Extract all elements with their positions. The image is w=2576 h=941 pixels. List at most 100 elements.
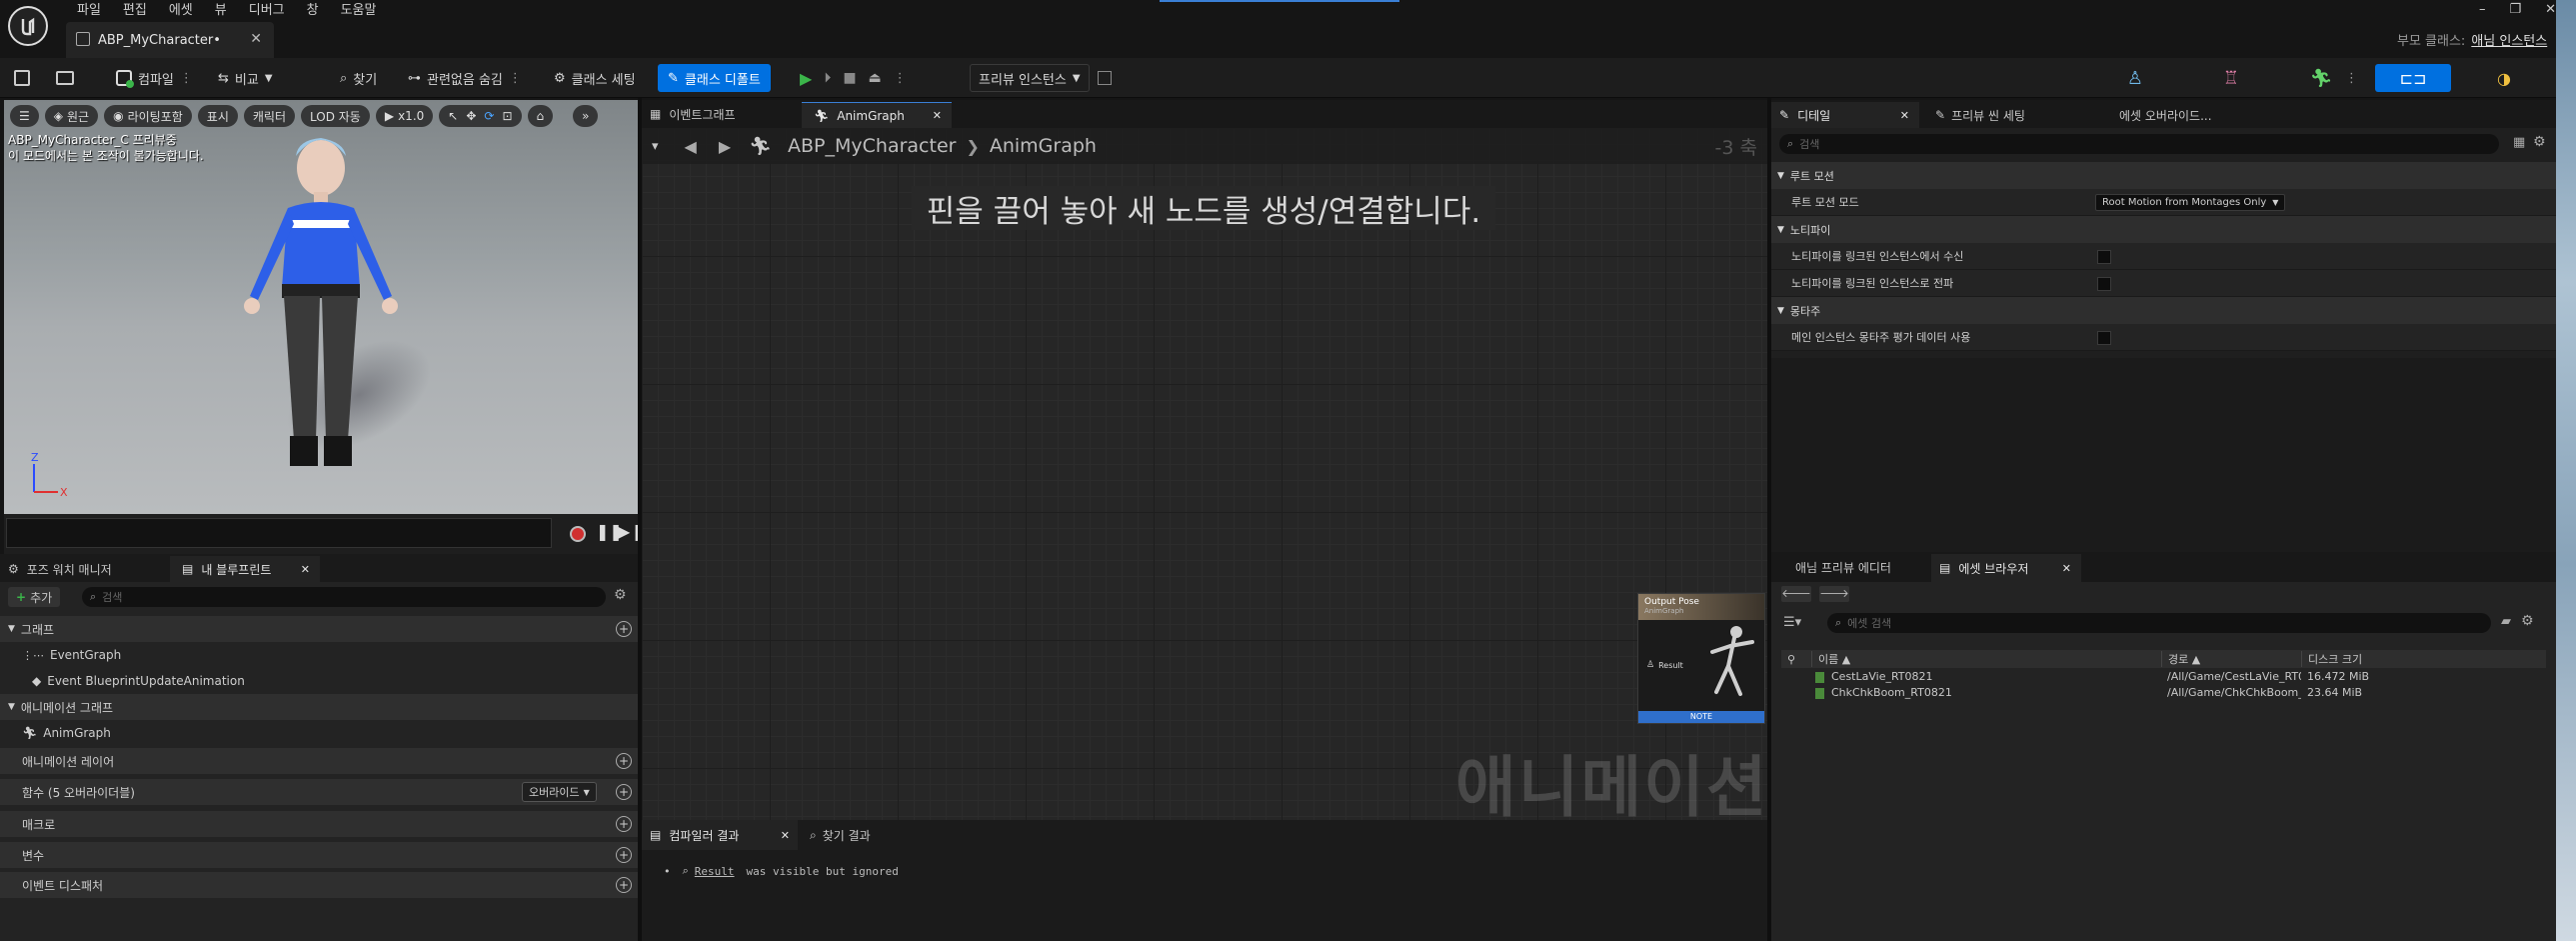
- tab-anim-preview-editor[interactable]: 애님 프리뷰 에디터: [1795, 556, 1891, 578]
- preview-instance-dropdown[interactable]: 프리뷰 인스턴스 ▼: [970, 64, 1090, 92]
- blueprint-search-input[interactable]: ⌕ 검색: [82, 587, 606, 607]
- column-header-path[interactable]: 경로 ▲: [2161, 651, 2200, 667]
- result-pin[interactable]: ♙ Result: [1646, 660, 1683, 670]
- document-tab[interactable]: ABP_MyCharacter• ✕: [66, 22, 274, 58]
- select-icon[interactable]: ↖: [448, 109, 458, 123]
- section-anim-layers[interactable]: 애니메이션 레이어 +: [0, 748, 640, 774]
- perspective-button[interactable]: ◈ 원근: [44, 105, 99, 127]
- tab-my-blueprint[interactable]: ▤ 내 블루프린트 ✕: [170, 556, 320, 582]
- forward-arrow-icon[interactable]: 🡒: [1819, 586, 1849, 602]
- tab-find-results[interactable]: ⌕ 찾기 결과: [810, 824, 871, 846]
- skeleton-mode-button[interactable]: ♙: [2099, 64, 2171, 92]
- close-window-icon[interactable]: ✕: [2545, 2, 2556, 17]
- add-button[interactable]: + 추가: [8, 587, 61, 607]
- list-item-event-graph[interactable]: ⋮⋯ EventGraph: [0, 642, 640, 668]
- settings-icon[interactable]: ⚙: [2521, 613, 2534, 629]
- section-notify[interactable]: ▼ 노티파이: [1771, 216, 2556, 243]
- tab-preview-scene[interactable]: ✎ 프리뷰 씬 세팅: [1935, 104, 2025, 126]
- column-header-size[interactable]: 디스크 크기: [2301, 651, 2362, 667]
- tab-details[interactable]: ✎ 디테일 ✕: [1771, 102, 1919, 128]
- show-button[interactable]: 표시: [197, 105, 238, 127]
- more-icon[interactable]: ⋮: [180, 71, 193, 86]
- browse-button[interactable]: [56, 64, 74, 92]
- settings-icon[interactable]: ⚙: [614, 587, 627, 603]
- asset-search-input[interactable]: ⌕ 에셋 검색: [1827, 613, 2491, 633]
- override-dropdown[interactable]: 오버라이드 ▼: [522, 782, 597, 802]
- tab-asset-override[interactable]: 에셋 오버라이드...: [2119, 107, 2212, 124]
- section-montage[interactable]: ▼ 몽타주: [1771, 297, 2556, 324]
- eject-icon[interactable]: ⏏: [869, 70, 882, 86]
- section-anim-graphs[interactable]: ▼ 애니메이션 그래프: [0, 694, 640, 720]
- camera-icon[interactable]: ⌂: [527, 105, 554, 127]
- column-header-name[interactable]: 이름 ▲: [1811, 651, 1850, 667]
- folder-icon[interactable]: ▰: [2501, 614, 2511, 629]
- close-icon[interactable]: ✕: [1900, 109, 1909, 122]
- menu-window[interactable]: 창: [296, 0, 330, 22]
- close-icon[interactable]: ✕: [2062, 562, 2071, 575]
- menu-file[interactable]: 파일: [66, 0, 112, 22]
- blueprint-mode-button[interactable]: ⊏⊐: [2375, 64, 2451, 92]
- diff-button[interactable]: ⇆ 비교 ▼: [218, 64, 273, 92]
- notify-propagate-checkbox[interactable]: [2097, 277, 2111, 291]
- section-variables[interactable]: 변수 +: [0, 842, 640, 868]
- lit-button[interactable]: ◉ 라이팅포함: [104, 105, 192, 127]
- more-icon[interactable]: ⋮: [2345, 64, 2358, 92]
- grid-view-icon[interactable]: ▦: [2513, 135, 2525, 150]
- compile-button[interactable]: 컴파일 ⋮: [116, 64, 193, 92]
- record-icon[interactable]: [570, 526, 586, 542]
- viewport-menu-icon[interactable]: ☰: [10, 105, 39, 127]
- close-icon[interactable]: ✕: [933, 109, 942, 122]
- menu-edit[interactable]: 편집: [112, 0, 158, 22]
- settings-icon[interactable]: ⚙: [2533, 134, 2546, 150]
- minimize-icon[interactable]: –: [2479, 2, 2486, 17]
- tab-pose-watch[interactable]: ⚙ 포즈 워치 매니저: [8, 558, 112, 580]
- close-icon[interactable]: ✕: [781, 829, 790, 842]
- filter-icon[interactable]: ☰▾: [1783, 615, 1801, 630]
- breadcrumb-leaf[interactable]: AnimGraph: [990, 135, 1097, 157]
- add-function-icon[interactable]: +: [616, 784, 632, 800]
- preview-viewport[interactable]: ABP_MyCharacter_C 프리뷰중 이 모드에서는 본 조작이 불가능…: [4, 100, 638, 514]
- table-row[interactable]: CestLaVie_RT0821 /All/Game/CestLaVie_RT0…: [1781, 670, 2546, 686]
- history-icon[interactable]: ▾: [652, 139, 659, 154]
- timeline-scrubber[interactable]: [6, 518, 552, 548]
- more-icon[interactable]: ⋮: [509, 71, 522, 86]
- more-icon[interactable]: ⋮: [894, 71, 907, 86]
- step-icon[interactable]: ⏵: [824, 70, 831, 86]
- restore-icon[interactable]: ❐: [2510, 2, 2522, 17]
- table-row[interactable]: ChkChkBoom_RT0821 /All/Game/ChkChkBoom_R…: [1781, 686, 2546, 702]
- section-dispatchers[interactable]: 이벤트 디스패처 +: [0, 872, 640, 898]
- scale-icon[interactable]: ⊡: [502, 109, 512, 123]
- parent-class-link[interactable]: 애님 인스턴스: [2471, 30, 2547, 49]
- hide-unrelated-button[interactable]: ⊶ 관련없음 숨김 ⋮: [408, 64, 522, 92]
- mesh-mode-button[interactable]: ♖: [2195, 64, 2267, 92]
- menu-help[interactable]: 도움말: [330, 0, 388, 22]
- result-link[interactable]: Result: [695, 865, 735, 878]
- physics-mode-button[interactable]: ◑: [2469, 64, 2539, 92]
- tab-compiler-results[interactable]: ▤ 컴파일러 결과 ✕: [642, 820, 798, 850]
- tab-anim-graph[interactable]: 🏃︎ AnimGraph ✕: [802, 102, 952, 128]
- montage-eval-checkbox[interactable]: [2097, 331, 2111, 345]
- class-settings-button[interactable]: ⚙ 클래스 세팅: [554, 64, 636, 92]
- animation-mode-button[interactable]: 🏃︎: [2291, 64, 2351, 92]
- menu-debug[interactable]: 디버그: [238, 0, 296, 22]
- breadcrumb-root[interactable]: ABP_MyCharacter: [788, 135, 956, 157]
- transform-tools[interactable]: ↖ ✥ ⟳ ⊡: [439, 105, 522, 127]
- list-item-event-node[interactable]: ◆ Event BlueprintUpdateAnimation: [0, 668, 640, 694]
- class-defaults-button[interactable]: ✎ 클래스 디폴트: [658, 64, 771, 92]
- add-variable-icon[interactable]: +: [616, 847, 632, 863]
- forward-arrow-icon[interactable]: ▶: [719, 137, 731, 156]
- back-arrow-icon[interactable]: ◀: [685, 137, 697, 156]
- notify-receive-checkbox[interactable]: [2097, 250, 2111, 264]
- details-search-input[interactable]: ⌕ 검색: [1779, 134, 2499, 154]
- character-button[interactable]: 캐릭터: [243, 105, 295, 127]
- speed-button[interactable]: ▶ x1.0: [375, 105, 434, 127]
- root-motion-mode-dropdown[interactable]: Root Motion from Montages Only ▼: [2095, 194, 2286, 211]
- section-graphs[interactable]: ▼ 그래프 +: [0, 616, 640, 642]
- tab-event-graph[interactable]: ▦ 이벤트그래프: [650, 102, 736, 126]
- section-macros[interactable]: 매크로 +: [0, 811, 640, 837]
- add-graph-icon[interactable]: +: [616, 621, 632, 637]
- rotate-icon[interactable]: ⟳: [484, 109, 494, 123]
- column-toggle-icon[interactable]: ⚲: [1787, 653, 1807, 666]
- pin-icon[interactable]: [1098, 64, 1112, 92]
- stop-icon[interactable]: ■: [843, 70, 856, 86]
